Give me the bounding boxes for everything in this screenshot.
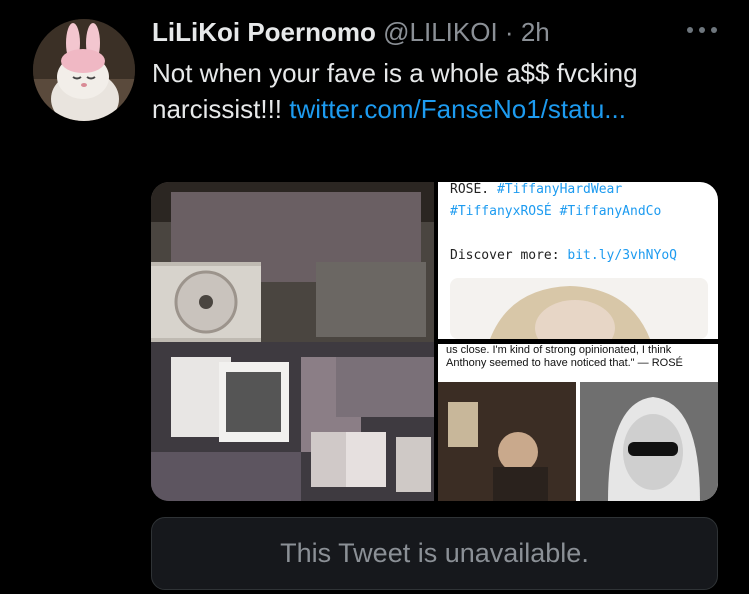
more-options-icon[interactable] [687, 22, 717, 38]
media-discover-label: Discover more: [450, 248, 568, 263]
media-screenshot-tweet[interactable]: ROSÉ. #TiffanyHardWear #TiffanyxROSÉ #Ti… [438, 182, 718, 339]
media-text-line-2: #TiffanyxROSÉ #TiffanyAndCo [450, 204, 662, 219]
media-portrait-image [450, 278, 708, 339]
media-grid: ROSÉ. #TiffanyHardWear #TiffanyxROSÉ #Ti… [151, 182, 718, 501]
media-hashtag: #TiffanyHardWear [496, 182, 623, 197]
media-photo-album-collection[interactable] [151, 182, 434, 501]
media-discover-line: Discover more: bit.ly/3vhNYoQ [450, 248, 677, 263]
media-photos-image [438, 382, 718, 501]
quoted-tweet-unavailable: This Tweet is unavailable. [151, 517, 718, 590]
separator-dot: · [504, 17, 514, 47]
user-handle[interactable]: @LILIKOI [383, 17, 498, 47]
album-photo-image [151, 182, 434, 501]
tweet-header: LiLiKoi Poernomo @LILIKOI · 2h [152, 14, 689, 50]
tweet-link[interactable]: twitter.com/FanseNo1/statu... [289, 94, 626, 124]
display-name[interactable]: LiLiKoi Poernomo [152, 17, 376, 47]
timestamp[interactable]: 2h [521, 17, 550, 47]
avatar-image [33, 19, 135, 121]
avatar[interactable] [33, 19, 135, 121]
media-interview-image[interactable]: us close. I'm kind of strong opinionated… [438, 344, 718, 501]
tweet-text: Not when your fave is a whole a$$ fvckin… [152, 55, 672, 127]
media-discover-link: bit.ly/3vhNYoQ [567, 248, 677, 263]
media-quote-text: us close. I'm kind of strong opinionated… [446, 344, 683, 369]
media-text-line-1: ROSÉ. #TiffanyHardWear [450, 182, 622, 197]
unavailable-text: This Tweet is unavailable. [280, 538, 589, 568]
media-text-prefix: ROSÉ. [450, 182, 497, 197]
